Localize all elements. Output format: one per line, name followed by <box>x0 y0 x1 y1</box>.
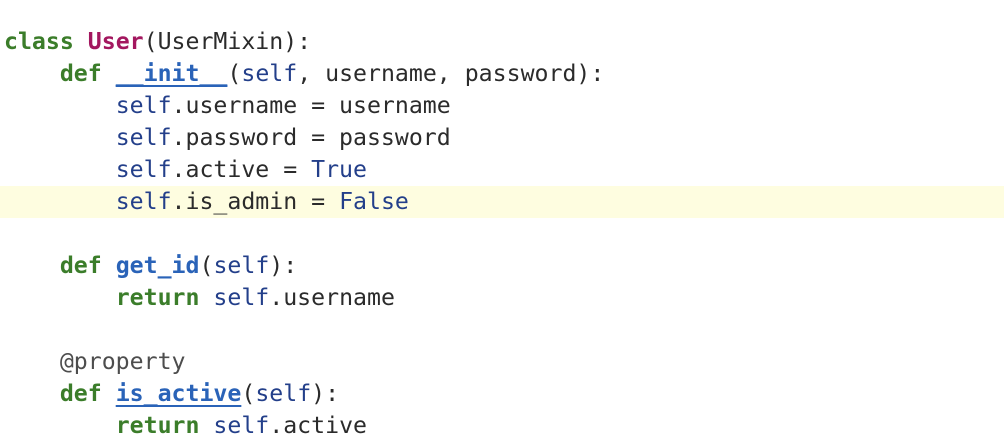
keyword-token: def <box>59 252 102 279</box>
decorator-token: @property <box>59 348 186 375</box>
code-editor[interactable]: class User(UserMixin): def __init__(self… <box>0 26 1004 442</box>
keyword-token: def <box>59 60 102 87</box>
code-text: .is_admin = <box>171 188 340 215</box>
self-token: self <box>255 380 312 407</box>
code-line[interactable]: self.active = True <box>0 154 1004 186</box>
literal-token: True <box>311 156 367 183</box>
code-text: ): <box>269 252 298 279</box>
code-line[interactable]: @property <box>0 346 1004 378</box>
literal-token: False <box>339 188 409 215</box>
function-name-token: __init__ <box>115 60 228 87</box>
code-line[interactable]: self.password = password <box>0 122 1004 154</box>
code-text: .active = <box>171 156 312 183</box>
code-text: ( <box>199 252 214 279</box>
code-text: , username, password): <box>297 60 605 87</box>
self-token: self <box>213 252 270 279</box>
code-line[interactable]: return self.active <box>0 410 1004 442</box>
self-token: self <box>213 284 270 311</box>
self-token: self <box>115 124 172 151</box>
code-line[interactable] <box>0 314 1004 346</box>
code-text: .active <box>269 412 367 439</box>
keyword-token: return <box>115 284 200 311</box>
code-line[interactable]: def is_active(self): <box>0 378 1004 410</box>
code-line[interactable]: class User(UserMixin): <box>0 26 1004 58</box>
self-token: self <box>213 412 270 439</box>
code-text: ): <box>311 380 340 407</box>
code-text: (UserMixin): <box>143 28 312 55</box>
self-token: self <box>115 92 172 119</box>
keyword-token: class <box>4 28 74 55</box>
self-token: self <box>241 60 298 87</box>
code-line[interactable] <box>0 218 1004 250</box>
function-name-token: get_id <box>115 252 200 279</box>
code-text: .username <box>269 284 395 311</box>
self-token: self <box>115 188 172 215</box>
code-line-current[interactable]: self.is_admin = False <box>0 186 1004 218</box>
code-text: .username = username <box>171 92 451 119</box>
keyword-token: return <box>115 412 200 439</box>
function-name-token: is_active <box>115 380 242 407</box>
code-line[interactable]: def __init__(self, username, password): <box>0 58 1004 90</box>
code-text: ( <box>227 60 242 87</box>
class-name-token: User <box>87 28 144 55</box>
code-line[interactable]: def get_id(self): <box>0 250 1004 282</box>
self-token: self <box>115 156 172 183</box>
keyword-token: def <box>59 380 102 407</box>
code-text: ( <box>241 380 256 407</box>
code-line[interactable]: return self.username <box>0 282 1004 314</box>
code-line[interactable]: self.username = username <box>0 90 1004 122</box>
code-text: .password = password <box>171 124 451 151</box>
